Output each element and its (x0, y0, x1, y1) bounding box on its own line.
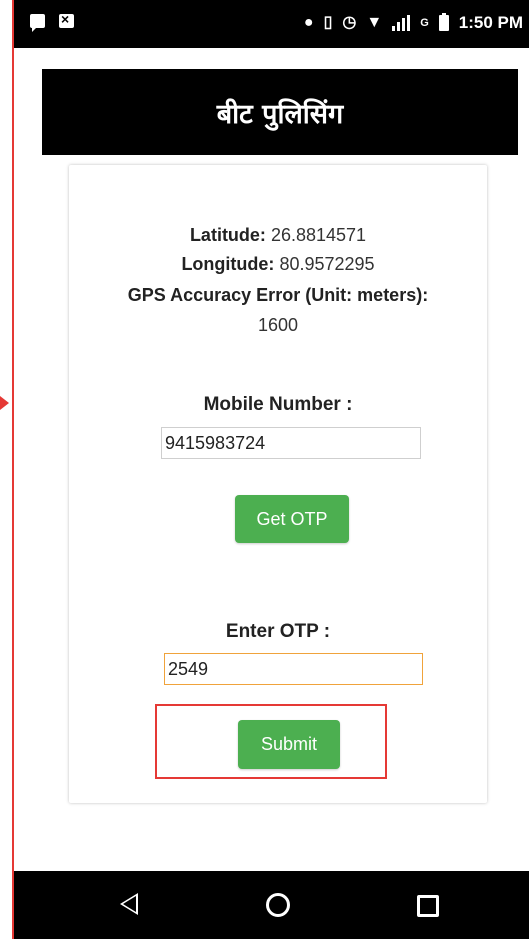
latitude-row: Latitude: 26.8814571 (69, 225, 487, 246)
status-bar: ● ▯ ◷ ▼ G 1:50 PM (14, 0, 529, 48)
battery-icon (438, 13, 449, 31)
accuracy-value: 1600 (257, 315, 299, 335)
latitude-label: Latitude: (189, 225, 266, 245)
mobile-number-label: Mobile Number : (203, 394, 353, 415)
enter-otp-label: Enter OTP : (225, 621, 331, 642)
alarm-icon: ◷ (342, 14, 357, 31)
mobile-number-input[interactable] (161, 427, 421, 459)
longitude-value: 80.9572295 (279, 254, 375, 274)
vibrate-icon: ▯ (323, 14, 333, 31)
notification-x-icon (59, 11, 74, 28)
app-header: बीट पुलिसिंग (42, 69, 518, 155)
status-time: 1:50 PM (458, 13, 523, 32)
home-icon[interactable] (266, 893, 290, 917)
latitude-value: 26.8814571 (270, 225, 367, 245)
accuracy-row: GPS Accuracy Error (Unit: meters): (69, 285, 487, 306)
message-icon (30, 14, 45, 32)
accuracy-value-row: 1600 (69, 315, 487, 336)
longitude-label: Longitude: (181, 254, 275, 274)
navigation-bar (14, 871, 529, 939)
phone-screen: ● ▯ ◷ ▼ G 1:50 PM बीट पुलिसिंग Latitude:… (14, 0, 529, 939)
annotation-arrow (0, 396, 9, 410)
accuracy-label: GPS Accuracy Error (Unit: meters): (127, 285, 429, 305)
wifi-icon: ▼ (366, 14, 383, 31)
location-pin-icon: ● (303, 14, 314, 31)
longitude-row: Longitude: 80.9572295 (69, 254, 487, 275)
otp-input[interactable] (164, 653, 423, 685)
signal-icon (392, 15, 411, 31)
back-icon[interactable] (120, 893, 138, 915)
page-title: बीट पुलिसिंग (216, 98, 344, 130)
recent-apps-icon[interactable] (417, 895, 439, 917)
annotation-highlight-box (155, 704, 387, 779)
network-type-label: G (420, 17, 429, 29)
get-otp-button[interactable]: Get OTP (235, 495, 349, 543)
